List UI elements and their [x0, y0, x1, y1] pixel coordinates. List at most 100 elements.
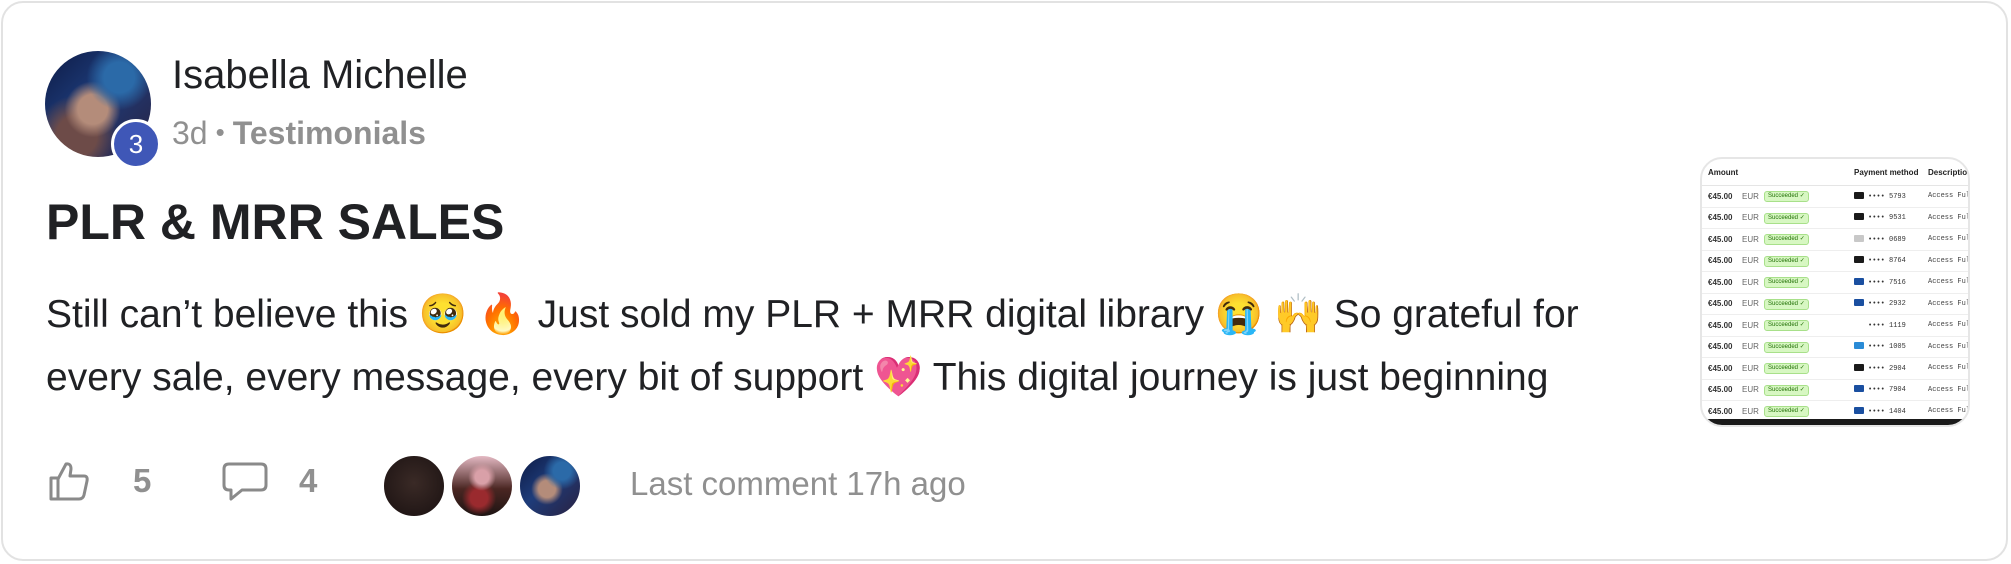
payment-row: €45.00EURSucceeded ✓ •••• 2904 Access Full… [1702, 357, 1968, 380]
last-comment-time: Last comment 17h ago [630, 465, 966, 502]
payment-amount: €45.00 [1702, 357, 1741, 380]
card-number: •••• 7904 [1868, 386, 1906, 395]
payment-description: Access Full Digital [1927, 293, 1968, 315]
payment-amount: €45.00 [1702, 379, 1741, 401]
payment-method-header: Payment method [1853, 159, 1927, 186]
payment-currency: EUR [1741, 228, 1763, 251]
status-badge: Succeeded ✓ [1764, 406, 1809, 418]
payment-amount: €45.00 [1702, 271, 1741, 294]
payment-status: Succeeded ✓ [1763, 250, 1837, 272]
payment-description: Access Full Digital [1927, 336, 1968, 358]
payment-method: •••• 7904 [1853, 379, 1927, 401]
payment-row: €45.00EURSucceeded ✓ •••• 1005 Access Full… [1702, 336, 1968, 358]
card-number: •••• 0689 [1868, 235, 1906, 244]
payment-currency: EUR [1741, 314, 1763, 337]
payment-method: •••• 1119 [1853, 314, 1927, 337]
status-badge: Succeeded ✓ [1764, 255, 1809, 267]
commenter-avatar[interactable] [517, 453, 583, 519]
post-title[interactable]: PLR & MRR SALES [46, 193, 504, 251]
row-gap [1837, 336, 1853, 358]
card-brand-icon [1854, 320, 1864, 328]
payment-row: €45.00EURSucceeded ✓ •••• 7904 Access Full… [1702, 379, 1968, 401]
card-number: •••• 9531 [1868, 214, 1906, 223]
post-body[interactable]: Still can’t believe this 🥹 🔥 Just sold m… [46, 283, 1666, 409]
payment-amount: €45.00 [1702, 250, 1741, 272]
payment-currency: EUR [1741, 185, 1763, 208]
commenter-avatar[interactable] [381, 453, 447, 519]
card-brand-icon [1854, 406, 1864, 414]
payment-status: Succeeded ✓ [1763, 314, 1837, 337]
payment-amount: €45.00 [1702, 228, 1741, 251]
payment-row: €45.00EURSucceeded ✓ •••• 9531 Access Full… [1702, 207, 1968, 229]
card-number: •••• 5793 [1868, 192, 1906, 201]
status-badge: Succeeded ✓ [1764, 320, 1809, 332]
card-number: •••• 2932 [1868, 300, 1906, 309]
payment-amount: €45.00 [1702, 293, 1741, 315]
payment-description: Access Full Digital [1927, 271, 1968, 294]
amount-header: Amount [1702, 159, 1837, 186]
payment-method: •••• 8764 [1853, 250, 1927, 272]
payment-method: •••• 0689 [1853, 228, 1927, 251]
thumbs-up-icon [49, 462, 89, 501]
payment-description: Access Full Digital [1927, 357, 1968, 380]
card-brand-icon [1854, 385, 1864, 393]
payment-row: €45.00EURSucceeded ✓ •••• 1119 Access Full… [1702, 314, 1968, 337]
like-count: 5 [133, 462, 152, 499]
card-brand-icon [1854, 363, 1864, 371]
payment-status: Succeeded ✓ [1763, 228, 1837, 251]
payment-method: •••• 7516 [1853, 271, 1927, 294]
payment-amount: €45.00 [1702, 314, 1741, 337]
thumbnail-bottom-strip [1702, 419, 1968, 425]
card-brand-icon [1854, 299, 1864, 307]
payment-method: •••• 5793 [1853, 185, 1927, 208]
payment-currency: EUR [1741, 293, 1763, 315]
row-gap [1837, 379, 1853, 401]
card-brand-icon [1854, 234, 1864, 242]
payment-row: €45.00EURSucceeded ✓ •••• 7516 Access Full… [1702, 271, 1968, 294]
payment-status: Succeeded ✓ [1763, 293, 1837, 315]
status-badge: Succeeded ✓ [1764, 234, 1809, 246]
row-gap [1837, 314, 1853, 337]
payment-status: Succeeded ✓ [1763, 185, 1837, 208]
card-number: •••• 1005 [1868, 343, 1906, 352]
payment-row: €45.00EURSucceeded ✓ •••• 8764 Access Full… [1702, 250, 1968, 272]
card-number: •••• 1404 [1868, 407, 1906, 416]
payment-amount: €45.00 [1702, 207, 1741, 229]
payment-description: Access Full Digital [1927, 379, 1968, 401]
status-badge: Succeeded ✓ [1764, 191, 1809, 203]
card-brand-icon [1854, 191, 1864, 199]
card-number: •••• 8764 [1868, 257, 1906, 266]
row-gap [1837, 357, 1853, 380]
payment-amount: €45.00 [1702, 336, 1741, 358]
comment-button[interactable]: 4 [221, 459, 317, 503]
payment-currency: EUR [1741, 207, 1763, 229]
row-gap [1837, 185, 1853, 208]
status-badge: Succeeded ✓ [1764, 298, 1809, 310]
payment-status: Succeeded ✓ [1763, 271, 1837, 294]
comment-icon [222, 462, 268, 501]
recent-commenters [381, 453, 591, 519]
header-gap [1837, 159, 1853, 186]
payment-row: €45.00EURSucceeded ✓ •••• 0689 Access Full… [1702, 228, 1968, 251]
author-avatar[interactable]: 3 [45, 51, 161, 169]
category-link[interactable]: Testimonials [233, 115, 426, 151]
post-age: 3d [172, 115, 208, 151]
payment-status: Succeeded ✓ [1763, 336, 1837, 358]
like-button[interactable]: 5 [47, 459, 151, 503]
author-name[interactable]: Isabella Michelle [172, 53, 468, 98]
commenter-avatar[interactable] [449, 453, 515, 519]
status-badge: Succeeded ✓ [1764, 363, 1809, 375]
row-gap [1837, 250, 1853, 272]
payment-method: •••• 9531 [1853, 207, 1927, 229]
payment-amount: €45.00 [1702, 185, 1741, 208]
payment-method: •••• 2932 [1853, 293, 1927, 315]
card-brand-icon [1854, 277, 1864, 285]
payment-description: Access Full Digital [1927, 250, 1968, 272]
payment-row: €45.00EURSucceeded ✓ •••• 5793 Access Full… [1702, 185, 1968, 208]
post-thumbnail[interactable]: Amount Payment method Description €45.00… [1700, 157, 1970, 427]
meta-separator: • [215, 117, 225, 147]
payment-status: Succeeded ✓ [1763, 357, 1837, 380]
payment-currency: EUR [1741, 379, 1763, 401]
post-card[interactable]: 3 Isabella Michelle 3d • Testimonials PLR … [1, 1, 2008, 561]
status-badge: Succeeded ✓ [1764, 384, 1809, 396]
